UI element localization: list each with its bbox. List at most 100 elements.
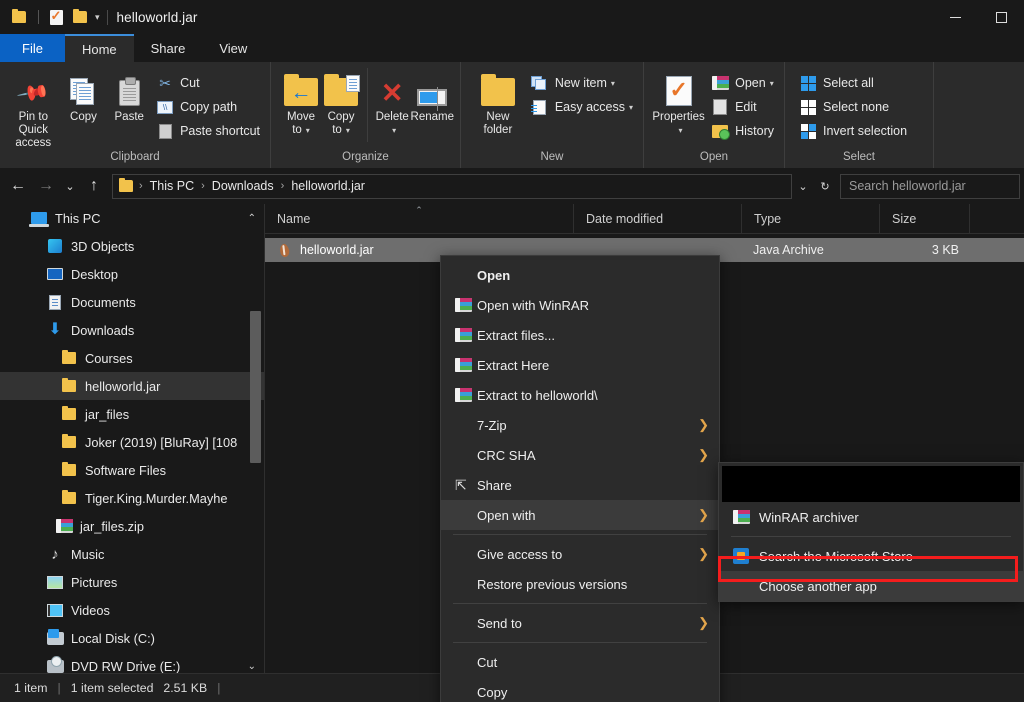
address-dropdown-button[interactable]: ⌄: [792, 174, 814, 199]
invert-selection-button[interactable]: Invert selection: [795, 119, 911, 143]
sidebar-item-desktop[interactable]: Desktop: [0, 260, 264, 288]
chevron-down-icon[interactable]: ▾: [95, 12, 100, 23]
chevron-down-icon[interactable]: ▾: [770, 79, 774, 88]
context-menu-item-open-with[interactable]: Open with ❯: [441, 500, 719, 530]
chevron-down-icon[interactable]: ⌄: [242, 661, 256, 672]
context-menu-item-crc-sha[interactable]: CRC SHA ❯: [441, 440, 719, 470]
minimize-button[interactable]: [932, 0, 978, 34]
context-menu-item-copy[interactable]: Copy: [441, 677, 719, 702]
context-menu-item-share[interactable]: ⇱ Share: [441, 470, 719, 500]
sidebar-item-joker[interactable]: Joker (2019) [BluRay] [108: [0, 428, 264, 456]
sidebar-item-software-files[interactable]: Software Files: [0, 456, 264, 484]
history-button[interactable]: History: [707, 119, 778, 143]
breadcrumb[interactable]: › This PC › Downloads › helloworld.jar: [112, 174, 792, 199]
sidebar-item-dvd-rw-drive-e[interactable]: DVD RW Drive (E:) ⌄: [0, 652, 264, 673]
column-header-type[interactable]: Type: [741, 204, 879, 234]
delete-button[interactable]: ✕ Delete▾: [374, 68, 411, 137]
cut-button[interactable]: ✂ Cut: [152, 71, 264, 95]
submenu-item-search-microsoft-store[interactable]: Search the Microsoft Store: [719, 541, 1023, 571]
sidebar-item-music[interactable]: ♪ Music: [0, 540, 264, 568]
sidebar-item-videos[interactable]: Videos: [0, 596, 264, 624]
tab-file[interactable]: File: [0, 34, 65, 62]
copy-path-button[interactable]: \\ Copy path: [152, 95, 264, 119]
search-input[interactable]: Search helloworld.jar: [840, 174, 1020, 199]
copy-button[interactable]: Copy: [61, 68, 107, 124]
pictures-icon: [46, 574, 64, 590]
ribbon: 📌 Pin to Quick access Copy Paste ✂: [0, 62, 1024, 168]
maximize-button[interactable]: [978, 0, 1024, 34]
submenu-item-choose-another-app[interactable]: Choose another app: [719, 571, 1023, 601]
sidebar-item-label: Desktop: [71, 267, 118, 282]
pin-to-quick-access-button[interactable]: 📌 Pin to Quick access: [6, 68, 61, 150]
sidebar-item-courses[interactable]: Courses: [0, 344, 264, 372]
refresh-button[interactable]: ↻: [814, 174, 836, 199]
context-menu-item-cut[interactable]: Cut: [441, 647, 719, 677]
chevron-down-icon[interactable]: ▾: [629, 103, 633, 112]
sidebar-item-this-pc[interactable]: This PC ⌃: [0, 204, 264, 232]
context-menu-item-extract-files[interactable]: Extract files...: [441, 320, 719, 350]
sidebar-item-documents[interactable]: Documents: [0, 288, 264, 316]
column-header-date-modified[interactable]: Date modified: [573, 204, 741, 234]
sidebar-item-local-disk-c[interactable]: Local Disk (C:): [0, 624, 264, 652]
history-icon: [711, 123, 729, 139]
paste-shortcut-button[interactable]: Paste shortcut: [152, 119, 264, 143]
sidebar-item-label: DVD RW Drive (E:): [71, 659, 180, 674]
copy-to-button[interactable]: Copy to▾: [321, 68, 361, 137]
sidebar-item-helloworld-jar[interactable]: helloworld.jar: [0, 372, 264, 400]
forward-button[interactable]: →: [32, 172, 60, 200]
column-header-name[interactable]: ⌃ Name: [265, 204, 573, 234]
paste-button[interactable]: Paste: [106, 68, 152, 124]
tab-home[interactable]: Home: [65, 34, 134, 62]
up-button[interactable]: ↑: [80, 172, 108, 200]
chevron-up-icon[interactable]: ⌃: [242, 213, 256, 224]
context-menu-item-7-zip[interactable]: 7-Zip ❯: [441, 410, 719, 440]
edit-button[interactable]: Edit: [707, 95, 778, 119]
column-header-size[interactable]: Size: [879, 204, 969, 234]
select-all-label: Select all: [823, 76, 874, 90]
back-button[interactable]: ←: [4, 172, 32, 200]
context-menu-item-open-with-winrar[interactable]: Open with WinRAR: [441, 290, 719, 320]
select-all-button[interactable]: Select all: [795, 71, 911, 95]
context-menu: Open Open with WinRAR Extract files... E…: [440, 255, 720, 702]
recent-locations-button[interactable]: ⌄: [60, 172, 80, 200]
context-menu-item-extract-to-folder[interactable]: Extract to helloworld\: [441, 380, 719, 410]
sidebar-item-tiger-king[interactable]: Tiger.King.Murder.Mayhe: [0, 484, 264, 512]
context-menu-item-send-to[interactable]: Send to ❯: [441, 608, 719, 638]
sidebar-item-3d-objects[interactable]: 3D Objects: [0, 232, 264, 260]
chevron-down-icon[interactable]: ▾: [611, 79, 615, 88]
new-folder-icon: [481, 72, 515, 106]
sidebar-item-pictures[interactable]: Pictures: [0, 568, 264, 596]
context-menu-item-restore-previous-versions[interactable]: Restore previous versions: [441, 569, 719, 599]
new-item-button[interactable]: New item ▾: [527, 71, 637, 95]
rename-button[interactable]: Rename: [411, 68, 454, 124]
breadcrumb-item-helloworld[interactable]: helloworld.jar: [288, 179, 368, 193]
select-none-button[interactable]: Select none: [795, 95, 911, 119]
ribbon-group-open: Properties▾ Open ▾ Edit History: [643, 62, 784, 168]
chevron-down-icon[interactable]: ▾: [306, 126, 310, 135]
context-menu-item-open[interactable]: Open: [441, 260, 719, 290]
chevron-down-icon[interactable]: ▾: [392, 126, 396, 135]
folder-icon[interactable]: [69, 6, 91, 28]
tab-view[interactable]: View: [202, 34, 264, 62]
folder-icon[interactable]: [8, 6, 30, 28]
submenu-item-winrar-archiver[interactable]: WinRAR archiver: [719, 502, 1023, 532]
open-button[interactable]: Open ▾: [707, 71, 778, 95]
sidebar-item-jar-files[interactable]: jar_files: [0, 400, 264, 428]
pc-icon: [30, 210, 48, 226]
breadcrumb-item-this-pc[interactable]: This PC: [147, 179, 197, 193]
navigation-scrollbar[interactable]: [250, 311, 261, 463]
easy-access-button[interactable]: Easy access ▾: [527, 95, 637, 119]
sidebar-item-downloads[interactable]: ⬇ Downloads: [0, 316, 264, 344]
breadcrumb-item-downloads[interactable]: Downloads: [209, 179, 277, 193]
tab-share[interactable]: Share: [134, 34, 203, 62]
properties-button[interactable]: Properties▾: [650, 68, 707, 137]
context-menu-item-give-access-to[interactable]: Give access to ❯: [441, 539, 719, 569]
move-to-button[interactable]: ← Move to▾: [281, 68, 321, 137]
chevron-down-icon[interactable]: ▾: [679, 126, 683, 135]
chevron-down-icon[interactable]: ▾: [346, 126, 350, 135]
new-folder-button[interactable]: New folder: [475, 68, 521, 137]
context-menu-item-extract-here[interactable]: Extract Here: [441, 350, 719, 380]
menu-separator: [453, 534, 707, 535]
sidebar-item-jar-files-zip[interactable]: jar_files.zip: [0, 512, 264, 540]
properties-icon[interactable]: [45, 6, 67, 28]
